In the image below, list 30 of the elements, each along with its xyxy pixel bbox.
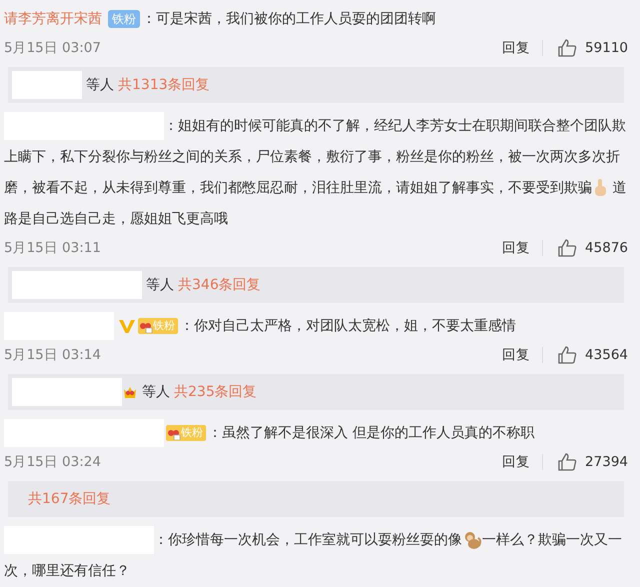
fan-badge: 铁粉 xyxy=(138,318,178,334)
reply-link[interactable]: 回复 xyxy=(502,238,530,258)
comment-text: ：虽然了解不是很深入 但是你的工作人员真的不称职 xyxy=(208,425,534,441)
reply-users-text: 等人 xyxy=(146,276,174,294)
comment-date: 5月15日 03:24 xyxy=(4,452,101,472)
like-button[interactable]: 59110 xyxy=(557,38,628,58)
monkey-icon xyxy=(462,530,482,550)
verified-icon xyxy=(118,318,136,334)
reply-users-text: 等人 xyxy=(142,382,170,402)
like-button[interactable]: 43564 xyxy=(557,344,628,366)
comment-date: 5月15日 03:14 xyxy=(4,346,101,365)
thumbs-up-icon xyxy=(557,345,578,365)
comment-text: ：你珍惜每一次机会，工作室就可以耍粉丝耍的像 一样么？欺骗一次又一次，哪里还有信任？ xyxy=(4,532,622,579)
reply-link[interactable]: 回复 xyxy=(502,38,530,58)
pointing-finger-icon xyxy=(592,178,608,198)
thumbs-up-icon xyxy=(557,38,578,58)
reply-link[interactable]: 回复 xyxy=(502,344,530,366)
thumbs-up-icon xyxy=(557,238,578,258)
comment-text: ：你对自己太严格，对团队太宽松，姐，不要太重感情 xyxy=(180,318,516,334)
thumbs-up-icon xyxy=(557,452,578,472)
comment-date: 5月15日 03:07 xyxy=(4,38,101,58)
like-button[interactable]: 45876 xyxy=(557,238,628,258)
comment-text: ：姐姐有的时候可能真的不了解，经纪人李芳女士在职期间联合整个团队欺上瞒下，私下分裂你与粉丝之间的关系，尸位素餐，敷衍了事，粉丝是你的粉丝，被一次两次多次折磨，被看不起，从未得到尊重，我们都憋屈忍耐，泪往肚里流，请姐姐了解事实，不要受到欺骗 道路是自己选自己走，愿姐姐飞更高哦 xyxy=(4,118,626,227)
reply-users-text: 等人 xyxy=(86,76,114,94)
like-button[interactable]: 27394 xyxy=(557,452,628,472)
comment-text: ：可是宋茜，我们被你的工作人员耍的团团转啊 xyxy=(142,11,436,27)
fan-badge: 铁粉 xyxy=(166,425,206,442)
fan-badge: 铁粉 xyxy=(108,10,140,28)
comment-date: 5月15日 03:11 xyxy=(4,238,101,258)
reply-link[interactable]: 回复 xyxy=(502,452,530,472)
